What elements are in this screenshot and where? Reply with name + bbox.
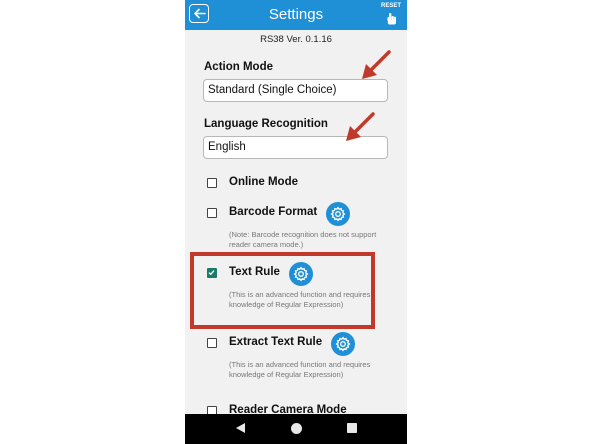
online-mode-label: Online Mode (229, 176, 298, 188)
action-mode-label: Action Mode (204, 61, 273, 73)
gear-icon (330, 206, 346, 222)
back-arrow-icon (193, 8, 206, 19)
reset-button[interactable]: RESET (379, 3, 403, 27)
barcode-format-settings-button[interactable] (326, 202, 350, 226)
back-button[interactable] (189, 4, 209, 23)
system-nav-bar (185, 414, 407, 444)
annotation-arrow-icon (362, 50, 391, 79)
reset-label: RESET (380, 3, 401, 9)
barcode-format-checkbox[interactable] (207, 208, 217, 218)
extract-text-rule-checkbox[interactable] (207, 338, 217, 348)
annotation-arrow-icon (346, 112, 375, 141)
app-header: Settings RESET (185, 0, 407, 30)
language-recognition-label: Language Recognition (204, 118, 328, 130)
online-mode-checkbox[interactable] (207, 178, 217, 188)
extract-text-rule-note: (This is an advanced function and requir… (229, 360, 371, 379)
barcode-format-note: (Note: Barcode recognition does not supp… (229, 230, 377, 249)
barcode-format-label: Barcode Format (229, 206, 318, 218)
nav-home-icon[interactable] (291, 423, 302, 434)
nav-recent-apps-icon[interactable] (347, 423, 357, 433)
text-rule-highlight-box (190, 252, 375, 329)
page-title: Settings (268, 6, 324, 23)
gear-icon (335, 336, 351, 352)
nav-back-icon[interactable] (235, 422, 246, 434)
version-text: RS38 Ver. 0.1.16 (260, 34, 332, 45)
extract-text-rule-label: Extract Text Rule (229, 336, 323, 348)
extract-text-rule-settings-button[interactable] (331, 332, 355, 356)
tap-hand-icon (387, 13, 396, 25)
